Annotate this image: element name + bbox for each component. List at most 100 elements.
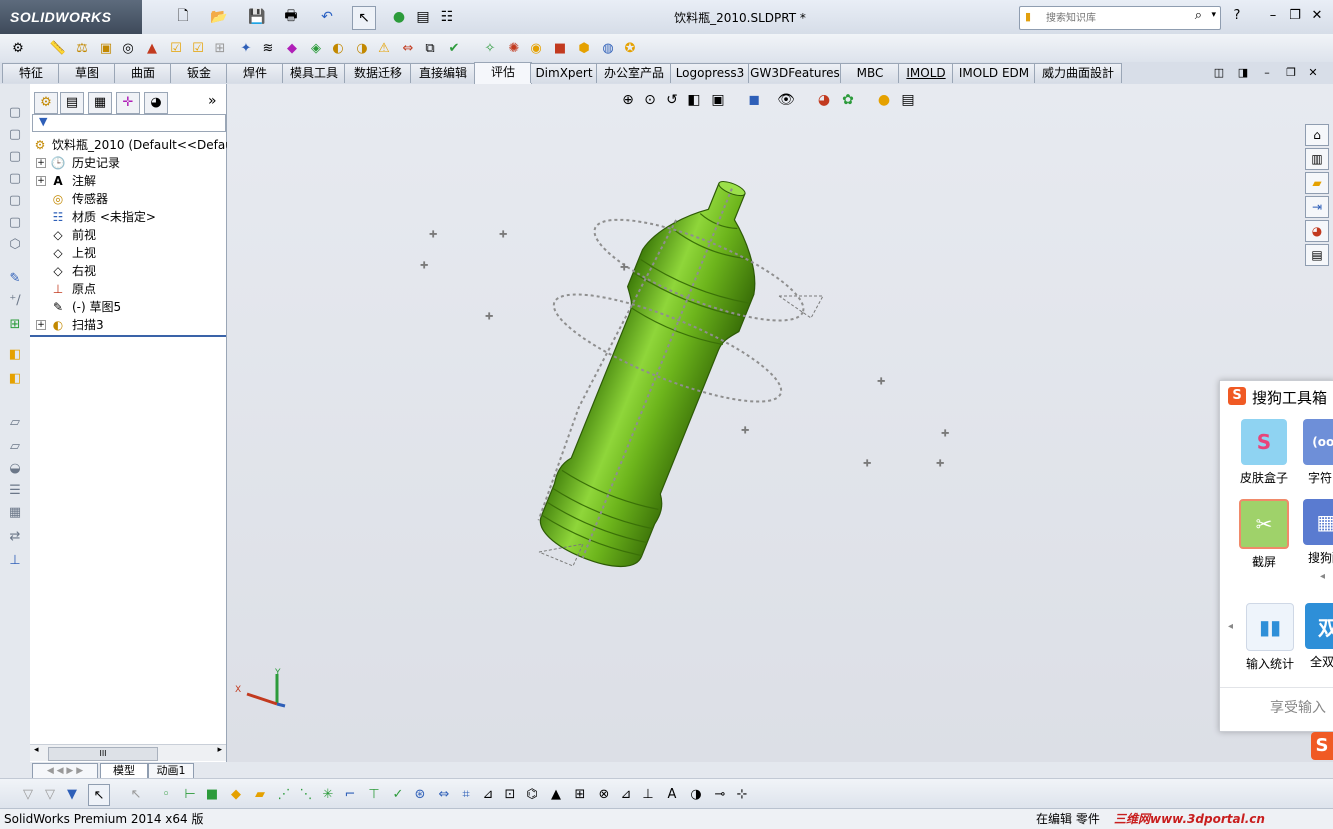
tile-icon[interactable]: ◫: [1208, 64, 1230, 82]
design-study-icon[interactable]: ✧: [480, 38, 500, 58]
search-input[interactable]: [1044, 9, 1188, 27]
tree-item-history[interactable]: + 🕒 历史记录: [30, 154, 226, 172]
align-icon[interactable]: ⇄: [6, 528, 24, 546]
tree-filter[interactable]: ▼: [32, 114, 226, 132]
deviation-analysis-icon[interactable]: ✦: [236, 38, 256, 58]
view-palette-icon[interactable]: ⇥: [1305, 196, 1329, 218]
sogou-app-input-stats[interactable]: ▮▮ 输入统计: [1240, 603, 1300, 672]
tree-item-sweep3[interactable]: + ◐ 扫描3: [30, 316, 226, 334]
view-front-icon[interactable]: ▢: [6, 104, 24, 122]
filter-notes-icon[interactable]: ⌗: [456, 784, 476, 804]
driveworksxpress-icon[interactable]: ✪: [620, 38, 640, 58]
filter-dowel-pin-icon[interactable]: ⊥: [638, 784, 658, 804]
rollback-bar[interactable]: [30, 335, 226, 337]
filter-planes-icon[interactable]: ⋱: [296, 784, 316, 804]
filter-weld-symbols-icon[interactable]: ⌬: [522, 784, 542, 804]
tab-scroll-arrows-icon[interactable]: ◀ ◀ ▶ ▶: [32, 763, 98, 779]
filter-gtol-icon[interactable]: ⊿: [478, 784, 498, 804]
measure-icon[interactable]: 📏: [48, 38, 68, 58]
sogou-app-screenshot[interactable]: ✂ 截屏: [1234, 499, 1294, 570]
tree-item-origin[interactable]: ⊥ 原点: [30, 280, 226, 298]
search-icon[interactable]: ⌕: [1195, 8, 1202, 23]
filter-faces-icon[interactable]: ■: [202, 784, 222, 804]
property-manager-tab-icon[interactable]: ▤: [60, 92, 84, 114]
section-properties-icon[interactable]: ▣: [96, 38, 116, 58]
select-icon[interactable]: ↖: [352, 6, 376, 30]
sogou-app-char-art[interactable]: (oo) 字符画: [1296, 419, 1333, 486]
view-right-icon[interactable]: ▢: [6, 170, 24, 188]
features-alt-icon[interactable]: ◧: [6, 370, 24, 388]
relations-icon[interactable]: ⊞: [6, 316, 24, 334]
tab-model[interactable]: 模型: [100, 763, 148, 779]
select-other-icon[interactable]: ↖: [126, 784, 146, 804]
filter-spline-icon[interactable]: ⊸: [710, 784, 730, 804]
expand-icon[interactable]: +: [36, 320, 46, 330]
filter-centerline-icon[interactable]: ⊛: [410, 784, 430, 804]
view-left-icon[interactable]: ▢: [6, 148, 24, 166]
filter-routing-points-icon[interactable]: ◑: [686, 784, 706, 804]
filter-sketch-points-icon[interactable]: ✳: [318, 784, 338, 804]
draft-analysis-icon[interactable]: ◈: [306, 38, 326, 58]
tab-dimxpert[interactable]: DimXpert: [530, 63, 598, 83]
tab-direct-editing[interactable]: 直接编辑: [410, 63, 476, 83]
design-library-icon[interactable]: ▥: [1305, 148, 1329, 170]
minimize-button[interactable]: –: [1262, 7, 1284, 25]
filter-axes-icon[interactable]: ⋰: [274, 784, 294, 804]
model-view[interactable]: + + + + + + + + + + Y X: [227, 84, 1333, 762]
sogou-app-skin-box[interactable]: S 皮肤盒子: [1234, 419, 1294, 486]
scroll-left-icon[interactable]: ◂: [34, 745, 39, 755]
compare-documents-icon[interactable]: ⧉: [420, 38, 440, 58]
filter-vertices-icon[interactable]: ◦: [156, 784, 176, 804]
check-active-document-icon[interactable]: ✔: [444, 38, 464, 58]
simulation-xpress-icon[interactable]: ✺: [504, 38, 524, 58]
options-icon[interactable]: ☷: [436, 6, 458, 28]
tab-weldments[interactable]: 焊件: [226, 63, 284, 83]
feature-manager-tab-icon[interactable]: ⚙: [34, 92, 58, 114]
axis-icon[interactable]: ⊥: [6, 552, 24, 570]
tab-power-surfacing[interactable]: 威力曲面設計: [1034, 63, 1122, 83]
lines-icon[interactable]: ☰: [6, 482, 24, 500]
sogou-app-sogou-cool[interactable]: ▦ 搜狗酷: [1296, 499, 1333, 566]
file-properties-icon[interactable]: ▤: [412, 6, 434, 28]
grid-icon[interactable]: ▦: [6, 504, 24, 522]
check-icon[interactable]: ☑: [166, 38, 186, 58]
view-top-icon[interactable]: ▢: [6, 192, 24, 210]
features-icon[interactable]: ◧: [6, 346, 24, 364]
sogou-app-double-pinyin[interactable]: 双 全双拼: [1298, 603, 1333, 670]
filter-surface-bodies-icon[interactable]: ◆: [226, 784, 246, 804]
flowxpress-icon[interactable]: ⬢: [574, 38, 594, 58]
filter-select-all-icon[interactable]: ▼: [62, 784, 82, 804]
save-icon[interactable]: 💾: [246, 6, 268, 28]
section-view-icon[interactable]: ◒: [6, 460, 24, 478]
solidworks-resources-icon[interactable]: ⌂: [1305, 124, 1329, 146]
solidworks-logo[interactable]: SOLIDWORKS: [0, 0, 142, 34]
tab-motion-study[interactable]: 动画1: [148, 763, 194, 779]
filter-edges-icon[interactable]: ⊢: [180, 784, 200, 804]
filter-clear-icon[interactable]: ▽: [40, 784, 60, 804]
tree-item-right-plane[interactable]: ◇ 右视: [30, 262, 226, 280]
filter-solid-bodies-icon[interactable]: ▰: [250, 784, 270, 804]
view-back-icon[interactable]: ▢: [6, 126, 24, 144]
undercut-analysis-icon[interactable]: ◐: [328, 38, 348, 58]
statistics-icon[interactable]: ▲: [142, 38, 162, 58]
filter-midpoints-icon[interactable]: ⊤: [364, 784, 384, 804]
tab-mbc[interactable]: MBC: [840, 63, 900, 83]
tab-mold-tools[interactable]: 模具工具: [282, 63, 346, 83]
tab-surfaces[interactable]: 曲面: [114, 63, 172, 83]
smart-dimension-icon[interactable]: ⁺∕: [6, 292, 24, 310]
doc-close-icon[interactable]: ✕: [1302, 64, 1324, 82]
panel-collapse-button[interactable]: »: [208, 93, 217, 109]
tab-gw3dfeatures[interactable]: GW3DFeatures: [748, 63, 842, 83]
scroll-thumb[interactable]: III: [48, 747, 158, 761]
tab-data-migration[interactable]: 数据迁移: [344, 63, 412, 83]
close-button[interactable]: ✕: [1306, 7, 1328, 25]
filter-toggle-icon[interactable]: ▽: [18, 784, 38, 804]
horizontal-scrollbar[interactable]: ◂ III ▸: [30, 744, 226, 761]
undo-icon[interactable]: ↶: [316, 6, 338, 28]
tree-root[interactable]: ⚙ 饮料瓶_2010 (Default<<Defau: [30, 136, 233, 154]
doc-minimize-icon[interactable]: –: [1256, 64, 1278, 82]
search-box[interactable]: ▮ ⌕ ▾: [1019, 6, 1221, 30]
doc-restore-icon[interactable]: ❐: [1280, 64, 1302, 82]
scroll-right-icon[interactable]: ▸: [217, 745, 222, 755]
filter-misc-icon[interactable]: ⊹: [732, 784, 752, 804]
